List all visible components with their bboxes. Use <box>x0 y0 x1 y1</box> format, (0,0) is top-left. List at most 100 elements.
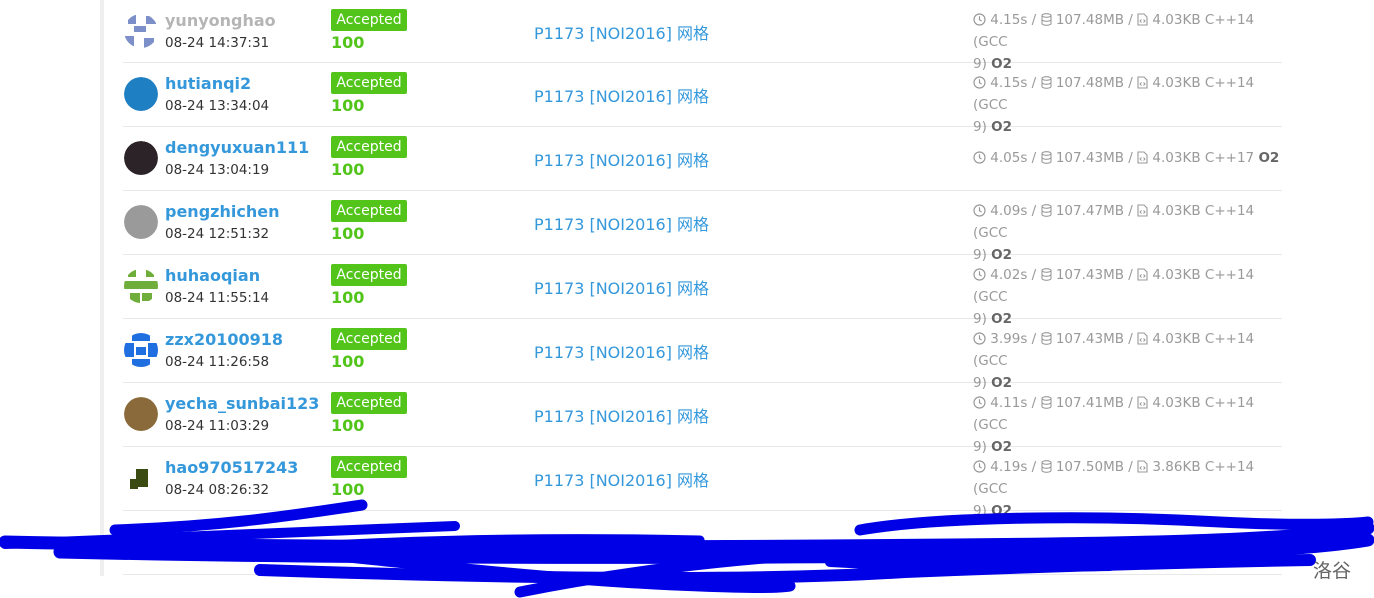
submission-time: 08-24 12:51:32 <box>165 226 270 242</box>
luogu-watermark: 洛谷 <box>1313 560 1352 582</box>
username-link[interactable]: dengyuxuan111 <box>165 138 309 157</box>
memory-used: 107.43MB <box>1055 267 1124 283</box>
avatar[interactable] <box>124 269 158 303</box>
file-code-icon <box>1137 459 1148 475</box>
score: 100 <box>331 480 365 499</box>
score: 100 <box>331 352 365 371</box>
problem-link[interactable]: P1173 [NOI2016] 网格 <box>534 275 709 299</box>
problem-link[interactable]: P1173 [NOI2016] 网格 <box>534 403 709 427</box>
submission-time: 08-24 13:04:19 <box>165 162 270 178</box>
clock-icon <box>973 395 986 411</box>
clock-icon <box>973 203 986 219</box>
code-size: 4.03KB <box>1152 75 1201 91</box>
score: 100 <box>331 288 365 307</box>
problem-link[interactable]: P1173 [NOI2016] 网格 <box>534 147 709 171</box>
submission-time: 08-24 11:03:29 <box>165 418 270 434</box>
record-row: zzx20100918 08-24 11:26:58 Accepted 100 P117… <box>123 319 1282 391</box>
username-link[interactable]: yunyonghao <box>165 11 276 30</box>
status-badge[interactable]: Accepted <box>331 200 407 222</box>
clock-icon <box>973 459 986 475</box>
record-list: yunyonghao 08-24 14:37:31 Accepted 100 P1173… <box>123 0 1282 575</box>
clock-icon <box>973 331 986 347</box>
database-icon <box>1040 459 1052 475</box>
avatar[interactable] <box>124 333 158 367</box>
username-link[interactable]: hao970517243 <box>165 458 298 477</box>
memory-used: 107.43MB <box>1055 331 1124 347</box>
status-badge[interactable]: Accepted <box>331 264 407 286</box>
status-badge[interactable]: Accepted <box>331 392 407 414</box>
memory-used: 107.47MB <box>1055 203 1124 219</box>
submission-time: 08-24 13:34:04 <box>165 98 270 114</box>
file-code-icon <box>1137 12 1148 28</box>
o2-flag: O2 <box>1258 150 1280 166</box>
code-size: 3.86KB <box>1152 459 1201 475</box>
submission-time: 08-24 11:55:14 <box>165 290 270 306</box>
memory-used: 107.43MB <box>1055 150 1124 166</box>
code-size: 4.03KB <box>1152 331 1201 347</box>
avatar[interactable] <box>124 525 158 559</box>
left-border <box>100 0 104 576</box>
time-used: 4.11s <box>990 395 1028 411</box>
record-row: dengyuxuan111 08-24 13:04:19 Accepted 100 P1… <box>123 127 1282 191</box>
problem-link[interactable]: P1173 [NOI2016] 网格 <box>534 83 709 107</box>
avatar[interactable] <box>124 77 158 111</box>
time-used: 4.09s <box>990 203 1028 219</box>
time-used: 4.02s <box>990 267 1028 283</box>
problem-link[interactable]: P1173 [NOI2016] 网格 <box>534 211 709 235</box>
code-size: 4.03KB <box>1152 150 1201 166</box>
avatar[interactable] <box>124 14 158 48</box>
avatar[interactable] <box>124 205 158 239</box>
code-size: 4.03KB <box>1152 203 1201 219</box>
database-icon <box>1040 203 1052 219</box>
status-badge[interactable]: Accepted <box>331 456 407 478</box>
username-link[interactable]: zzx20100918 <box>165 330 283 349</box>
code-size: 4.03KB <box>1152 395 1201 411</box>
file-code-icon <box>1137 203 1148 219</box>
time-used: 4.15s <box>990 75 1028 91</box>
problem-link[interactable]: P1173 [NOI2016] 网格 <box>534 339 709 363</box>
avatar[interactable] <box>124 397 158 431</box>
problem-link[interactable]: P1173 [NOI2016] 网格 <box>534 467 709 491</box>
time-used: 4.15s <box>990 12 1028 28</box>
username-link[interactable]: pengzhichen <box>165 202 279 221</box>
score: 100 <box>331 416 365 435</box>
clock-icon <box>973 267 986 283</box>
record-row <box>123 511 1282 575</box>
status-badge[interactable]: Accepted <box>331 136 407 158</box>
clock-icon <box>973 150 986 166</box>
submission-time: 08-24 14:37:31 <box>165 35 270 51</box>
memory-used: 107.48MB <box>1055 75 1124 91</box>
score: 100 <box>331 96 365 115</box>
avatar[interactable] <box>124 141 158 175</box>
username-link[interactable]: huhaoqian <box>165 266 260 285</box>
username-link[interactable]: yecha_sunbai123 <box>165 394 319 413</box>
username-link[interactable]: hutianqi2 <box>165 74 251 93</box>
file-code-icon <box>1137 395 1148 411</box>
code-size: 4.03KB <box>1152 267 1201 283</box>
database-icon <box>1040 12 1052 28</box>
record-row: yunyonghao 08-24 14:37:31 Accepted 100 P1173… <box>123 0 1282 72</box>
status-badge[interactable]: Accepted <box>331 72 407 94</box>
score: 100 <box>331 224 365 243</box>
problem-link[interactable]: P1173 [NOI2016] 网格 <box>534 20 709 44</box>
database-icon <box>1040 150 1052 166</box>
clock-icon <box>973 12 986 28</box>
record-row: hutianqi2 08-24 13:34:04 Accepted 100 P1173 … <box>123 63 1282 135</box>
database-icon <box>1040 331 1052 347</box>
avatar[interactable] <box>124 461 158 495</box>
time-used: 3.99s <box>990 331 1028 347</box>
record-row: pengzhichen 08-24 12:51:32 Accepted 100 P117… <box>123 191 1282 263</box>
database-icon <box>1040 75 1052 91</box>
status-badge[interactable]: Accepted <box>331 9 407 31</box>
memory-used: 107.41MB <box>1055 395 1124 411</box>
record-row: huhaoqian 08-24 11:55:14 Accepted 100 P1173 … <box>123 255 1282 327</box>
code-size: 4.03KB <box>1152 12 1201 28</box>
database-icon <box>1040 395 1052 411</box>
time-used: 4.05s <box>990 150 1028 166</box>
memory-used: 107.48MB <box>1055 12 1124 28</box>
record-row: hao970517243 08-24 08:26:32 Accepted 100 P11… <box>123 447 1282 519</box>
status-badge[interactable]: Accepted <box>331 328 407 350</box>
file-code-icon <box>1137 267 1148 283</box>
database-icon <box>1040 267 1052 283</box>
resource-info: 4.05s / 107.43MB / 4.03KB C++17 O2 <box>973 147 1283 169</box>
